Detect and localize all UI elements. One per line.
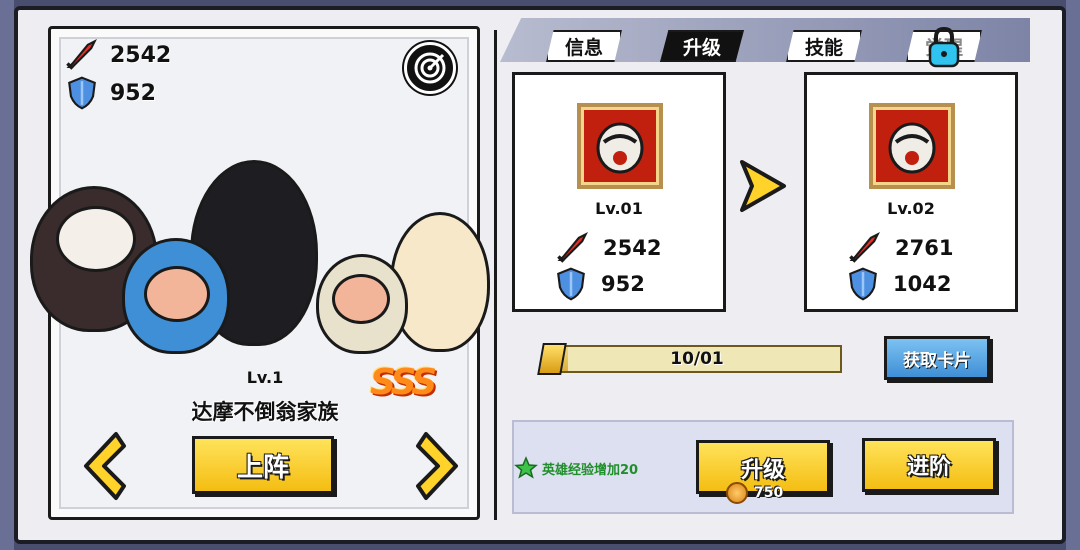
shield-icon xyxy=(66,76,98,110)
chevron-left-icon xyxy=(78,430,128,502)
shield-icon xyxy=(847,267,879,301)
card-progress-text: 10/01 xyxy=(670,349,724,369)
deploy-button[interactable]: 上阵 xyxy=(192,436,334,494)
sword-icon xyxy=(555,231,589,265)
coin-icon xyxy=(726,482,748,504)
current-attack-value: 2542 xyxy=(603,236,662,260)
next-defense-stat: 1042 xyxy=(847,267,951,301)
arrow-right-icon xyxy=(736,156,790,216)
card-progress-bar: 10/01 xyxy=(552,345,842,373)
current-attack-stat: 2542 xyxy=(555,231,661,265)
chevron-right-icon xyxy=(414,430,464,502)
hero-defense-value: 952 xyxy=(110,80,156,106)
tab-info[interactable]: 信息 xyxy=(546,30,622,62)
hero-artwork xyxy=(10,150,490,370)
tab-skills[interactable]: 技能 xyxy=(786,30,862,62)
daruma-dark-face xyxy=(56,206,136,272)
next-level-card: Lv.02 2761 1042 xyxy=(804,72,1018,312)
upgrade-button-label: 升级 xyxy=(740,458,785,483)
sword-icon xyxy=(847,231,881,265)
hero-attack-stat: 2542 xyxy=(64,38,171,72)
hero-defense-stat: 952 xyxy=(66,76,156,110)
sword-icon xyxy=(64,38,98,72)
tab-upgrade[interactable]: 升级 xyxy=(660,30,744,62)
next-hero-button[interactable] xyxy=(414,430,464,502)
advance-button[interactable]: 进阶 xyxy=(862,438,996,492)
hero-level: Lv.1 xyxy=(246,368,284,387)
exp-bonus-text: 英雄经验增加20 xyxy=(542,462,639,478)
get-card-button[interactable]: 获取卡片 xyxy=(884,336,990,380)
next-attack-value: 2761 xyxy=(895,236,954,260)
daruma-blue-face xyxy=(144,266,210,322)
next-level-label: Lv.02 xyxy=(887,199,935,218)
current-defense-value: 952 xyxy=(601,272,645,296)
next-attack-stat: 2761 xyxy=(847,231,953,265)
hero-card-portrait xyxy=(869,103,955,189)
upgrade-cost-value: 750 xyxy=(754,485,784,501)
star-icon xyxy=(514,456,538,480)
background-edge-right xyxy=(1066,0,1080,550)
daruma-cat-figure xyxy=(390,212,490,352)
current-level-card: Lv.01 2542 952 xyxy=(512,72,726,312)
shield-icon xyxy=(555,267,587,301)
rank-badge: SSS xyxy=(370,362,437,403)
target-icon xyxy=(413,51,447,85)
target-button[interactable] xyxy=(404,42,456,94)
next-defense-value: 1042 xyxy=(893,272,952,296)
hero-attack-value: 2542 xyxy=(110,42,172,68)
hero-name: 达摩不倒翁家族 xyxy=(191,400,339,424)
daruma-cream-face xyxy=(332,274,390,324)
upgrade-cost: 750 xyxy=(726,482,783,504)
panel-divider xyxy=(494,30,497,520)
hero-card-portrait xyxy=(577,103,663,189)
lock-icon xyxy=(926,26,962,68)
prev-hero-button[interactable] xyxy=(78,430,128,502)
exp-bonus-note: 英雄经验增加20 xyxy=(514,456,638,480)
current-level-label: Lv.01 xyxy=(595,199,643,218)
current-defense-stat: 952 xyxy=(555,267,645,301)
